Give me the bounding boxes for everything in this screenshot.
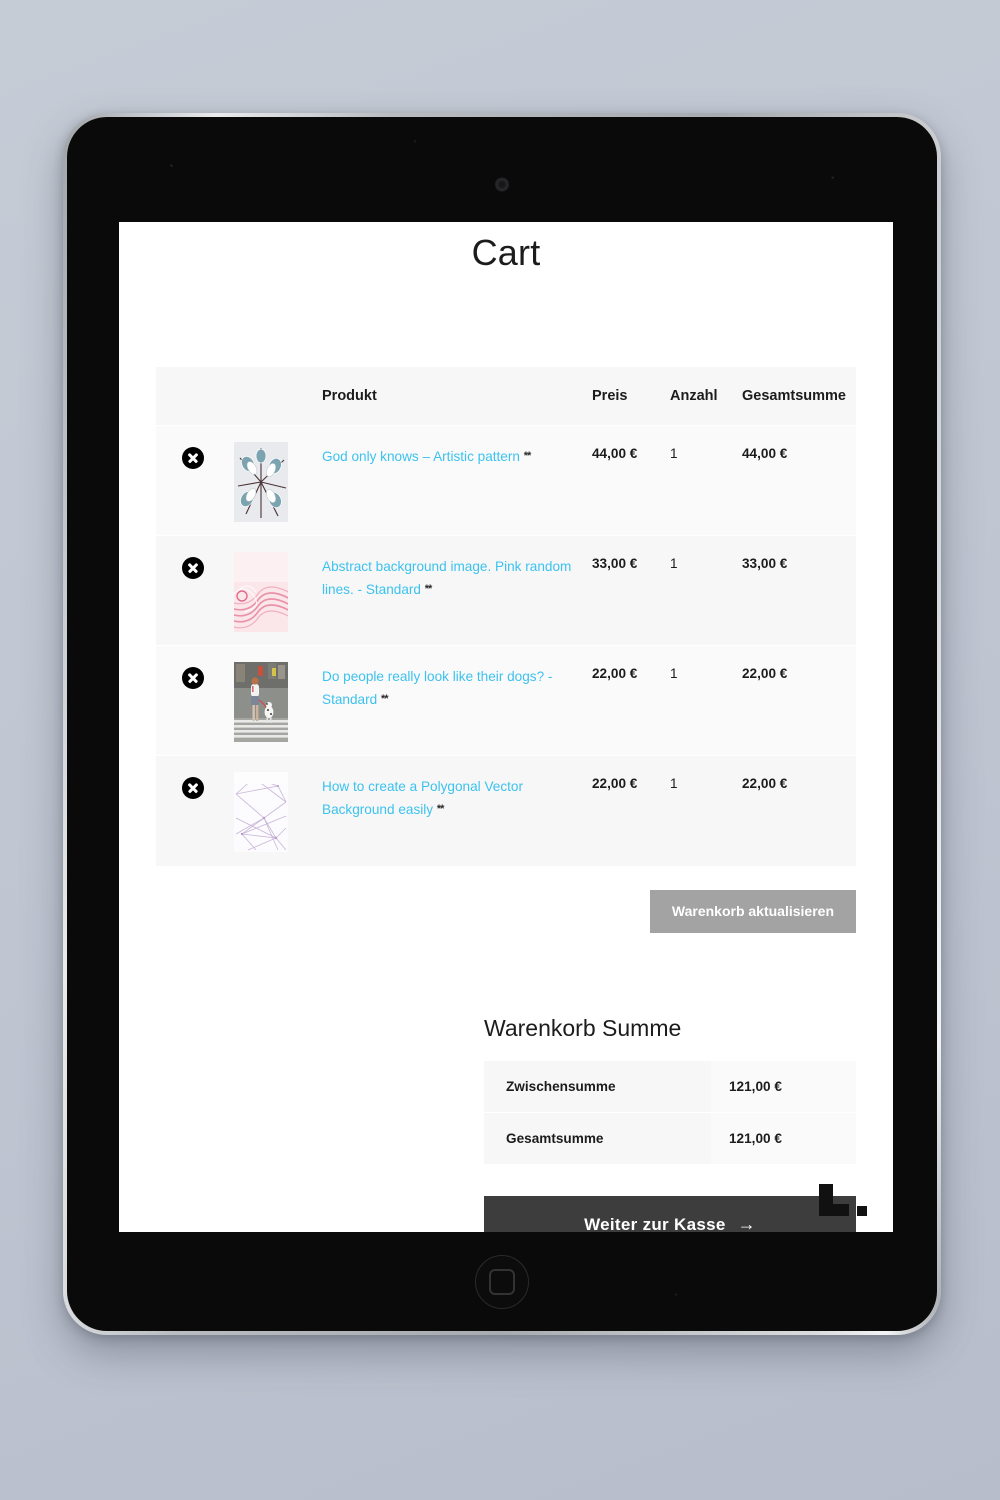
- cell-thumbnail: [234, 535, 322, 646]
- product-name: How to create a Polygonal Vector Backgro…: [322, 779, 523, 817]
- l-mark-logo: [819, 1184, 867, 1216]
- cell-price: 22,00 €: [592, 755, 670, 866]
- quantity-value[interactable]: 1: [670, 536, 742, 571]
- cell-subtotal: 44,00 €: [742, 425, 856, 536]
- subtotal-value: 44,00 €: [742, 446, 788, 461]
- browser-viewport: Cart Produkt Preis Anzahl Gesamtsumme Go…: [119, 222, 893, 1232]
- polygonal-wireframe-thumbnail[interactable]: [234, 772, 288, 852]
- header-thumbnail: [234, 367, 322, 426]
- cell-remove: [156, 755, 234, 866]
- cell-quantity: 1: [670, 425, 742, 536]
- subtotal-value: 22,00 €: [742, 666, 788, 681]
- cart-totals-heading: Warenkorb Summe: [484, 1014, 682, 1041]
- cell-remove: [156, 535, 234, 646]
- cell-thumbnail: [234, 755, 322, 866]
- checkout-label: Weiter zur Kasse: [584, 1215, 726, 1232]
- quantity-value[interactable]: 1: [670, 426, 742, 461]
- product-rating-stars: **: [436, 803, 445, 815]
- product-rating-stars: **: [424, 583, 433, 595]
- cell-subtotal: 22,00 €: [742, 755, 856, 866]
- quantity-value[interactable]: 1: [670, 756, 742, 791]
- tablet-device: Cart Produkt Preis Anzahl Gesamtsumme Go…: [63, 113, 941, 1335]
- pink-abstract-lines-thumbnail[interactable]: [234, 552, 288, 632]
- table-row: God only knows – Artistic pattern ** 44,…: [156, 425, 856, 536]
- cell-product: How to create a Polygonal Vector Backgro…: [322, 755, 592, 866]
- close-circle-icon[interactable]: [182, 557, 204, 579]
- price-value: 33,00 €: [592, 556, 638, 571]
- header-quantity: Anzahl: [670, 367, 742, 426]
- close-circle-icon[interactable]: [182, 667, 204, 689]
- product-name: God only knows – Artistic pattern: [322, 449, 520, 464]
- close-circle-icon[interactable]: [182, 447, 204, 469]
- product-link[interactable]: Do people really look like their dogs? -…: [322, 646, 592, 711]
- price-value: 44,00 €: [592, 446, 638, 461]
- header-remove: [156, 367, 234, 426]
- price-value: 22,00 €: [592, 666, 638, 681]
- header-price: Preis: [592, 367, 670, 426]
- cart-totals-inner: Warenkorb Summe Zwischensumme 121,00 € G…: [484, 1014, 856, 1232]
- page-title: Cart: [471, 232, 541, 273]
- cell-quantity: 1: [670, 755, 742, 866]
- close-circle-icon[interactable]: [182, 777, 204, 799]
- cart-totals-section: Warenkorb Summe Zwischensumme 121,00 € G…: [156, 1014, 856, 1232]
- table-row: How to create a Polygonal Vector Backgro…: [156, 755, 856, 866]
- cell-price: 33,00 €: [592, 535, 670, 646]
- cell-subtotal: 22,00 €: [742, 645, 856, 756]
- cell-subtotal: 33,00 €: [742, 535, 856, 646]
- cart-header-row: Produkt Preis Anzahl Gesamtsumme: [156, 367, 856, 426]
- cell-product: God only knows – Artistic pattern **: [322, 425, 592, 536]
- header-subtotal: Gesamtsumme: [742, 367, 856, 426]
- total-row: Gesamtsumme 121,00 €: [484, 1112, 856, 1165]
- total-amount: 121,00 €: [711, 1112, 856, 1165]
- cart-table-body: God only knows – Artistic pattern ** 44,…: [156, 425, 856, 866]
- cell-product: Do people really look like their dogs? -…: [322, 645, 592, 756]
- product-rating-stars: **: [523, 450, 532, 462]
- product-link[interactable]: How to create a Polygonal Vector Backgro…: [322, 756, 592, 821]
- price-value: 22,00 €: [592, 776, 638, 791]
- subtotal-amount: 121,00 €: [711, 1060, 856, 1113]
- proceed-to-checkout-button[interactable]: Weiter zur Kasse →: [484, 1195, 856, 1232]
- table-row: Abstract background image. Pink random l…: [156, 535, 856, 646]
- product-link[interactable]: God only knows – Artistic pattern **: [322, 426, 532, 468]
- total-label: Gesamtsumme: [484, 1112, 711, 1165]
- product-link[interactable]: Abstract background image. Pink random l…: [322, 536, 592, 601]
- cart-table: Produkt Preis Anzahl Gesamtsumme God onl…: [156, 367, 856, 866]
- tablet-bezel: Cart Produkt Preis Anzahl Gesamtsumme Go…: [67, 117, 937, 1331]
- subtotal-value: 33,00 €: [742, 556, 788, 571]
- quantity-value[interactable]: 1: [670, 646, 742, 681]
- cell-price: 44,00 €: [592, 425, 670, 536]
- cell-quantity: 1: [670, 645, 742, 756]
- update-cart-button[interactable]: Warenkorb aktualisieren: [649, 889, 856, 933]
- subtotal-value: 22,00 €: [742, 776, 788, 791]
- table-row: Do people really look like their dogs? -…: [156, 645, 856, 756]
- cart-table-header: Produkt Preis Anzahl Gesamtsumme: [156, 367, 856, 426]
- subtotal-label: Zwischensumme: [484, 1060, 711, 1113]
- cell-quantity: 1: [670, 535, 742, 646]
- cell-product: Abstract background image. Pink random l…: [322, 535, 592, 646]
- woman-walking-dog-photo-thumbnail[interactable]: [234, 662, 288, 742]
- update-cart-row: Warenkorb aktualisieren: [156, 889, 856, 933]
- cell-price: 22,00 €: [592, 645, 670, 756]
- front-camera-icon: [496, 179, 508, 190]
- home-button[interactable]: [475, 1255, 529, 1309]
- cell-remove: [156, 425, 234, 536]
- product-rating-stars: **: [380, 693, 389, 705]
- cell-thumbnail: [234, 425, 322, 536]
- subtotal-row: Zwischensumme 121,00 €: [484, 1060, 856, 1113]
- cell-thumbnail: [234, 645, 322, 756]
- cell-remove: [156, 645, 234, 756]
- product-name: Do people really look like their dogs? -…: [322, 669, 553, 707]
- artistic-bird-pattern-thumbnail[interactable]: [234, 442, 288, 522]
- product-name: Abstract background image. Pink random l…: [322, 559, 572, 597]
- header-product: Produkt: [322, 367, 592, 426]
- cart-totals-table: Zwischensumme 121,00 € Gesamtsumme 121,0…: [484, 1060, 856, 1165]
- arrow-right-icon: →: [737, 1214, 756, 1232]
